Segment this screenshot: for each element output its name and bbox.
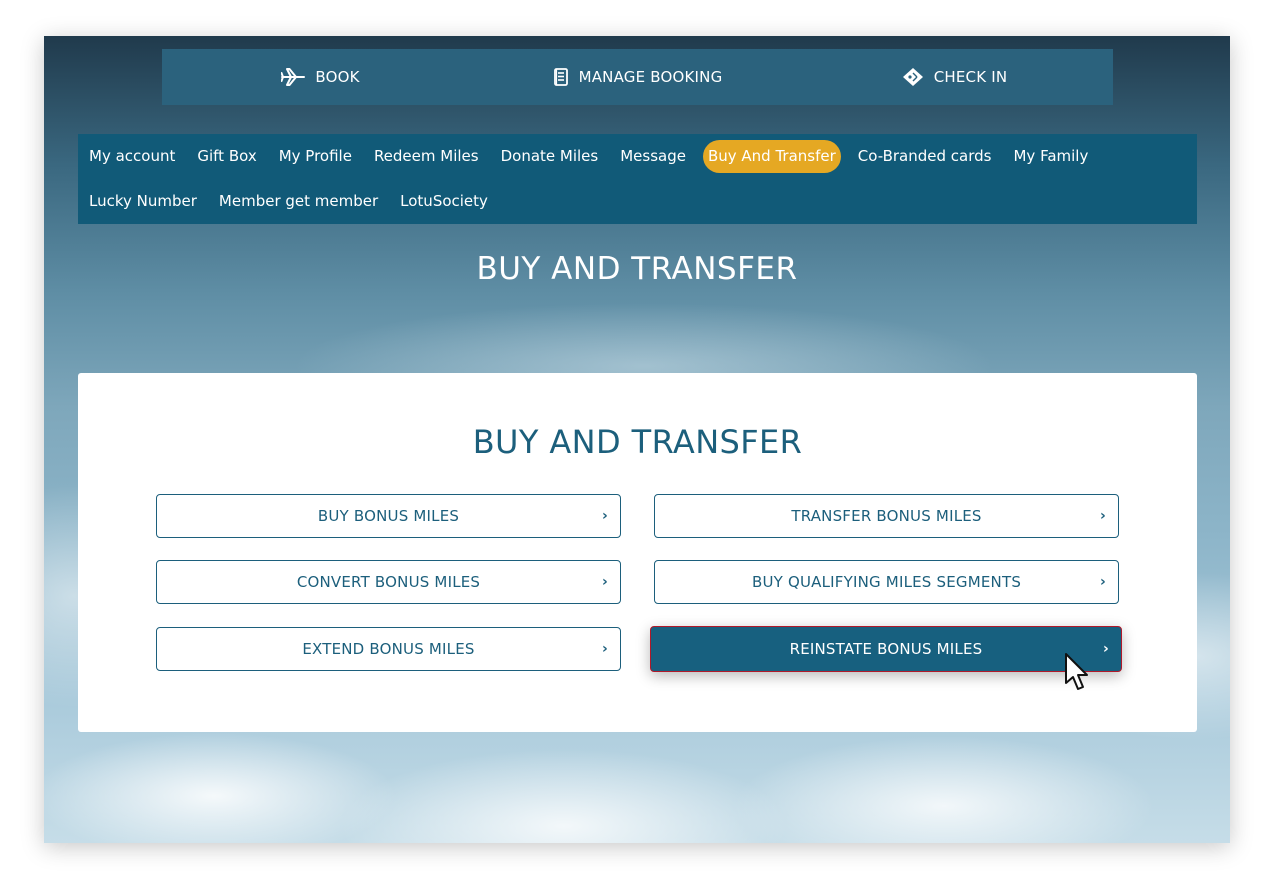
chevron-right-icon: ›	[602, 574, 608, 590]
check-in-nav-label: CHECK IN	[933, 68, 1008, 86]
manage-booking-nav-label: MANAGE BOOKING	[578, 68, 723, 86]
subnav-item-my-profile[interactable]: My Profile	[274, 143, 357, 170]
buy-qualifying-miles-segments-label: BUY QUALIFYING MILES SEGMENTS	[751, 573, 1022, 591]
card-title: BUY AND TRANSFER	[472, 423, 803, 461]
chevron-right-icon: ›	[1103, 641, 1109, 657]
subnav-item-my-account[interactable]: My account	[84, 143, 180, 170]
document-icon	[553, 68, 568, 86]
ticket-icon	[902, 68, 923, 86]
subnav-row-2: Lucky Number Member get member LotuSocie…	[84, 185, 1197, 218]
airplane-icon	[281, 68, 306, 86]
buy-qualifying-miles-segments-button[interactable]: BUY QUALIFYING MILES SEGMENTS ›	[654, 560, 1119, 604]
subnav-item-redeem-miles[interactable]: Redeem Miles	[369, 143, 484, 170]
subnav-item-co-branded-cards[interactable]: Co-Branded cards	[853, 143, 997, 170]
top-navigation-bar: BOOK MANAGE BOOKING CHECK IN	[162, 49, 1113, 105]
mouse-pointer-icon	[1065, 653, 1088, 690]
chevron-right-icon: ›	[602, 641, 608, 657]
transfer-bonus-miles-label: TRANSFER BONUS MILES	[791, 507, 982, 525]
subnav-row-1: My account Gift Box My Profile Redeem Mi…	[84, 140, 1197, 173]
extend-bonus-miles-button[interactable]: EXTEND BONUS MILES ›	[156, 627, 621, 671]
transfer-bonus-miles-button[interactable]: TRANSFER BONUS MILES ›	[654, 494, 1119, 538]
subnav-item-lotusociety[interactable]: LotuSociety	[395, 188, 493, 215]
subnav-item-message[interactable]: Message	[615, 143, 691, 170]
chevron-right-icon: ›	[602, 508, 608, 524]
extend-bonus-miles-label: EXTEND BONUS MILES	[302, 640, 475, 658]
subnav-item-my-family[interactable]: My Family	[1008, 143, 1093, 170]
chevron-right-icon: ›	[1100, 574, 1106, 590]
subnav-item-donate-miles[interactable]: Donate Miles	[496, 143, 604, 170]
page-frame: BOOK MANAGE BOOKING CHECK IN My account …	[44, 36, 1230, 843]
convert-bonus-miles-label: CONVERT BONUS MILES	[296, 573, 481, 591]
buy-bonus-miles-label: BUY BONUS MILES	[317, 507, 460, 525]
check-in-nav-button[interactable]: CHECK IN	[796, 49, 1113, 105]
convert-bonus-miles-button[interactable]: CONVERT BONUS MILES ›	[156, 560, 621, 604]
page-title: BUY AND TRANSFER	[476, 251, 798, 287]
buy-bonus-miles-button[interactable]: BUY BONUS MILES ›	[156, 494, 621, 538]
subnav-item-lucky-number[interactable]: Lucky Number	[84, 188, 202, 215]
reinstate-bonus-miles-label: REINSTATE BONUS MILES	[789, 640, 983, 658]
subnav-item-buy-and-transfer[interactable]: Buy And Transfer	[702, 140, 841, 173]
subnav-item-member-get-member[interactable]: Member get member	[214, 188, 383, 215]
member-subnav: My account Gift Box My Profile Redeem Mi…	[78, 134, 1197, 224]
chevron-right-icon: ›	[1100, 508, 1106, 524]
book-nav-button[interactable]: BOOK	[162, 49, 479, 105]
buy-and-transfer-card: BUY AND TRANSFER BUY BONUS MILES › TRANS…	[78, 373, 1197, 732]
book-nav-label: BOOK	[315, 68, 360, 86]
reinstate-bonus-miles-button[interactable]: REINSTATE BONUS MILES ›	[650, 626, 1122, 672]
manage-booking-nav-button[interactable]: MANAGE BOOKING	[479, 49, 796, 105]
subnav-item-gift-box[interactable]: Gift Box	[192, 143, 261, 170]
